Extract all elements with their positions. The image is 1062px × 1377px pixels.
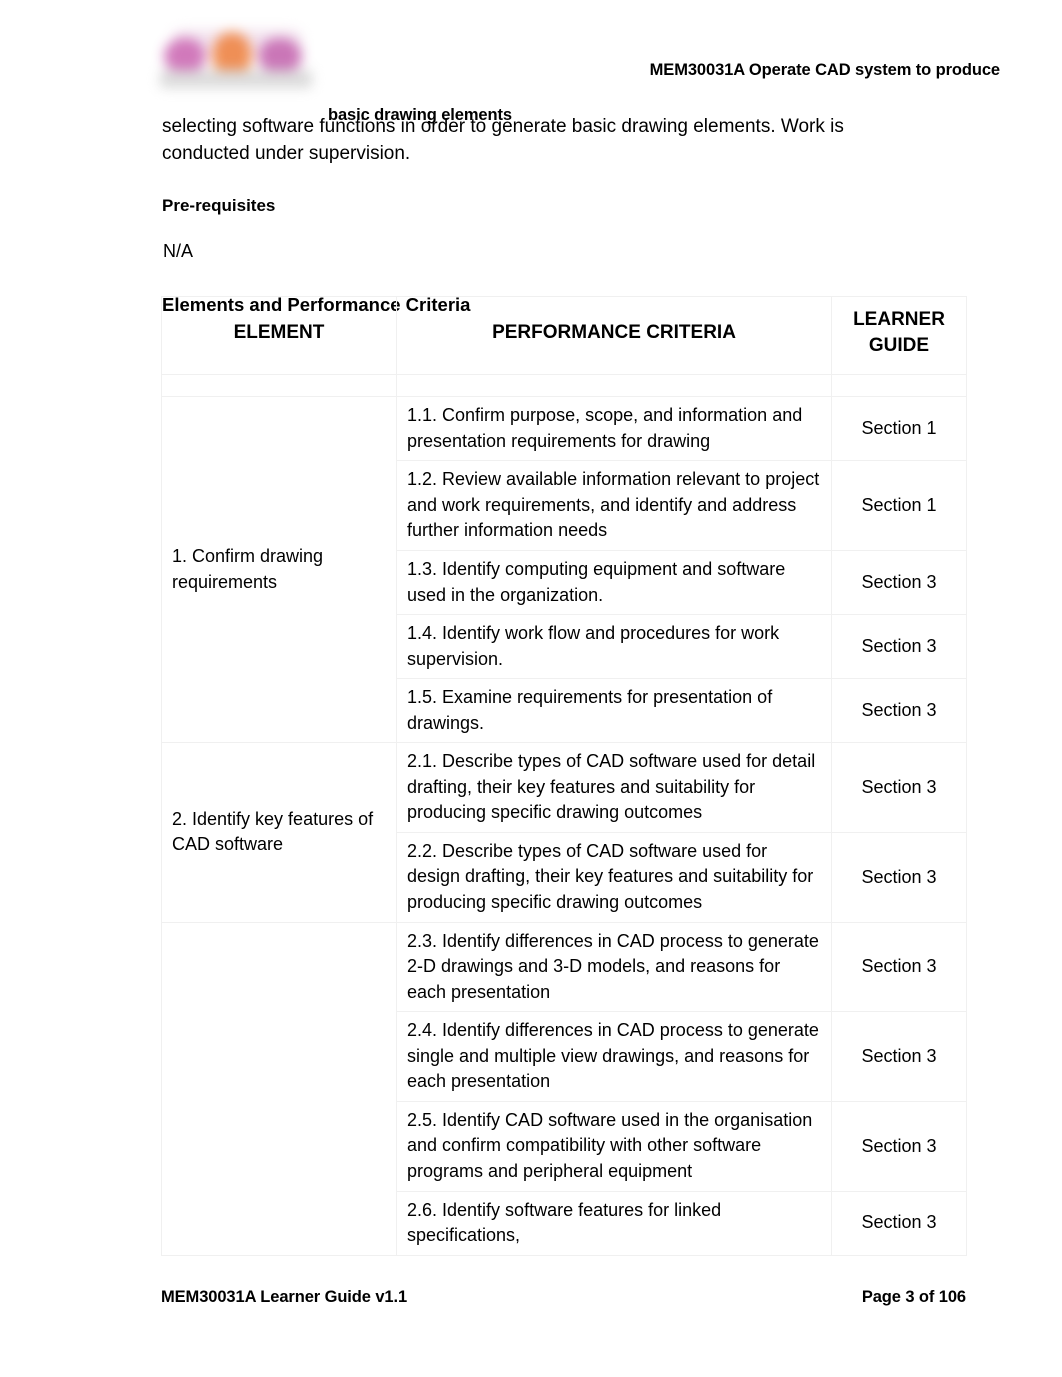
- performance-criteria-cell: 2.6. Identify software features for link…: [396, 1190, 832, 1256]
- header-title-line1: MEM30031A Operate CAD system to produce: [649, 61, 1000, 79]
- performance-criteria-cell: 1.5. Examine requirements for presentati…: [396, 678, 832, 744]
- table-row: 2.3. Identify differences in CAD process…: [161, 921, 967, 1256]
- column-header-performance-criteria: PERFORMANCE CRITERIA: [396, 295, 832, 376]
- learner-guide-cell: Section 3: [831, 678, 967, 744]
- performance-criteria-cell: 2.1. Describe types of CAD software used…: [396, 742, 832, 833]
- column-header-learner-guide-line1: LEARNER: [853, 309, 945, 330]
- table-row: 2. Identify key features of CAD software…: [161, 742, 967, 923]
- table-header-row: ELEMENT PERFORMANCE CRITERIA LEARNER GUI…: [161, 295, 967, 376]
- elements-performance-criteria-table: ELEMENT PERFORMANCE CRITERIA LEARNER GUI…: [161, 295, 967, 1256]
- table-header: ELEMENT PERFORMANCE CRITERIA LEARNER GUI…: [161, 295, 967, 376]
- performance-criteria-cell: 2.5. Identify CAD software used in the o…: [396, 1100, 832, 1192]
- performance-criteria-cell: 2.2. Describe types of CAD software used…: [396, 831, 832, 923]
- table-body: 1. Confirm drawing requirements 1.1. Conf…: [161, 374, 967, 1256]
- document-page: MEM30031A Operate CAD system to produce …: [0, 0, 1062, 1377]
- spacer-cell-guide: [831, 374, 967, 398]
- spacer-cell-element: [161, 374, 397, 398]
- performance-criteria-cell: 1.4. Identify work flow and procedures f…: [396, 614, 832, 680]
- learner-guide-cell: Section 3: [831, 831, 967, 923]
- spacer-cell-criteria: [396, 374, 832, 398]
- learner-guide-cell: Section 3: [831, 921, 967, 1013]
- organisation-logo: [160, 26, 315, 90]
- column-header-learner-guide-line2: GUIDE: [868, 334, 930, 356]
- performance-criteria-cell: 1.1. Confirm purpose, scope, and informa…: [396, 396, 832, 462]
- learner-guide-cell: Section 3: [831, 550, 967, 616]
- learner-guide-cell: Section 3: [831, 614, 967, 680]
- performance-criteria-cell: 2.4. Identify differences in CAD process…: [396, 1011, 832, 1102]
- learner-guide-cell: Section 1: [831, 460, 967, 552]
- performance-criteria-cell: 1.3. Identify computing equipment and so…: [396, 550, 832, 616]
- learner-guide-cell: Section 1: [831, 396, 967, 462]
- element-label-cell: 1. Confirm drawing requirements: [161, 396, 397, 744]
- learner-guide-cell: Section 3: [831, 1190, 967, 1256]
- footer-left-text: MEM30031A Learner Guide v1.1: [161, 1288, 408, 1306]
- learner-guide-cell: Section 3: [831, 742, 967, 833]
- element-label-cell: 2. Identify key features of CAD software: [161, 742, 397, 923]
- document-body: selecting software functions in order to…: [160, 114, 1000, 317]
- footer-page-number: Page 3 of 106: [861, 1288, 966, 1306]
- element-label-cell: [161, 921, 397, 1256]
- learner-guide-cell: Section 3: [831, 1011, 967, 1102]
- column-header-learner-guide: LEARNER GUIDE: [831, 295, 967, 376]
- column-header-element: ELEMENT: [161, 295, 397, 376]
- performance-criteria-cell: 1.2. Review available information releva…: [396, 460, 832, 552]
- table-spacer-row: [161, 374, 967, 398]
- intro-paragraph: selecting software functions in order to…: [162, 116, 844, 164]
- prerequisites-heading: Pre-requisites: [162, 195, 276, 215]
- document-footer: MEM30031A Learner Guide v1.1 Page 3 of 1…: [161, 1288, 966, 1307]
- table-row: 1. Confirm drawing requirements 1.1. Conf…: [161, 396, 967, 744]
- learner-guide-cell: Section 3: [831, 1100, 967, 1192]
- performance-criteria-cell: 2.3. Identify differences in CAD process…: [396, 921, 832, 1013]
- prerequisites-value: N/A: [163, 241, 194, 262]
- document-header: MEM30031A Operate CAD system to produce …: [160, 26, 1000, 124]
